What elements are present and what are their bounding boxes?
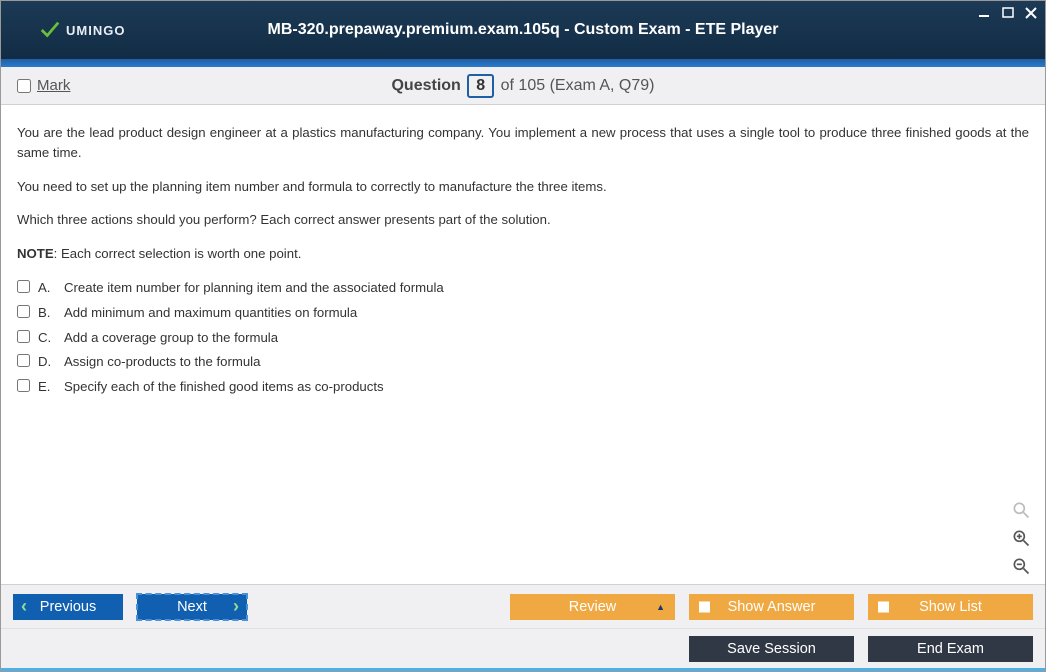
- footer-session: Save Session End Exam: [1, 628, 1045, 668]
- question-word: Question: [391, 77, 460, 94]
- mark-label: Mark: [37, 77, 70, 94]
- square-icon: [878, 601, 889, 612]
- answer-text: Create item number for planning item and…: [64, 278, 444, 298]
- answer-option[interactable]: D. Assign co-products to the formula: [17, 352, 1029, 372]
- show-list-button[interactable]: Show List: [868, 594, 1033, 620]
- answer-option[interactable]: A. Create item number for planning item …: [17, 278, 1029, 298]
- end-exam-button[interactable]: End Exam: [868, 636, 1033, 662]
- zoom-in-icon[interactable]: [1009, 526, 1033, 550]
- question-indicator: Question 8 of 105 (Exam A, Q79): [1, 74, 1045, 98]
- answer-checkbox[interactable]: [17, 354, 30, 367]
- question-content: You are the lead product design engineer…: [1, 105, 1045, 584]
- check-icon: [39, 19, 61, 41]
- answer-letter: D.: [38, 352, 56, 372]
- answer-option[interactable]: E. Specify each of the finished good ite…: [17, 377, 1029, 397]
- answer-checkbox[interactable]: [17, 280, 30, 293]
- answer-letter: A.: [38, 278, 56, 298]
- previous-button[interactable]: Previous: [13, 594, 123, 620]
- accent-strip: [1, 59, 1045, 67]
- square-icon: [699, 601, 710, 612]
- zoom-out-icon[interactable]: [1009, 554, 1033, 578]
- question-total: of 105 (Exam A, Q79): [501, 77, 655, 94]
- show-answer-button[interactable]: Show Answer: [689, 594, 854, 620]
- mark-checkbox[interactable]: [17, 79, 31, 93]
- question-paragraph: Which three actions should you perform? …: [17, 210, 1029, 230]
- answer-text: Add minimum and maximum quantities on fo…: [64, 303, 357, 323]
- footer-nav: Previous Next Review Show Answer Show Li…: [1, 584, 1045, 628]
- next-button[interactable]: Next: [137, 594, 247, 620]
- minimize-icon[interactable]: [977, 5, 993, 21]
- answers-list: A. Create item number for planning item …: [17, 278, 1029, 397]
- answer-checkbox[interactable]: [17, 379, 30, 392]
- close-icon[interactable]: [1023, 5, 1039, 21]
- question-number: 8: [467, 74, 494, 98]
- zoom-tools: [1009, 498, 1033, 578]
- maximize-icon[interactable]: [1000, 5, 1016, 21]
- review-button[interactable]: Review: [510, 594, 675, 620]
- answer-option[interactable]: C. Add a coverage group to the formula: [17, 328, 1029, 348]
- answer-letter: B.: [38, 303, 56, 323]
- question-paragraph: You are the lead product design engineer…: [17, 123, 1029, 163]
- titlebar: UMINGO MB-320.prepaway.premium.exam.105q…: [1, 1, 1045, 59]
- answer-checkbox[interactable]: [17, 305, 30, 318]
- bottom-accent: [1, 668, 1045, 671]
- answer-letter: E.: [38, 377, 56, 397]
- save-session-button[interactable]: Save Session: [689, 636, 854, 662]
- question-bar: Mark Question 8 of 105 (Exam A, Q79): [1, 67, 1045, 105]
- question-note: NOTE: Each correct selection is worth on…: [17, 244, 1029, 264]
- question-paragraph: You need to set up the planning item num…: [17, 177, 1029, 197]
- answer-text: Specify each of the finished good items …: [64, 377, 384, 397]
- answer-checkbox[interactable]: [17, 330, 30, 343]
- answer-letter: C.: [38, 328, 56, 348]
- search-icon[interactable]: [1009, 498, 1033, 522]
- mark-checkbox-wrap[interactable]: Mark: [17, 77, 70, 94]
- window-title: MB-320.prepaway.premium.exam.105q - Cust…: [1, 21, 1045, 39]
- answer-option[interactable]: B. Add minimum and maximum quantities on…: [17, 303, 1029, 323]
- brand-logo: UMINGO: [39, 19, 125, 41]
- answer-text: Assign co-products to the formula: [64, 352, 260, 372]
- answer-text: Add a coverage group to the formula: [64, 328, 278, 348]
- brand-text: UMINGO: [66, 23, 125, 38]
